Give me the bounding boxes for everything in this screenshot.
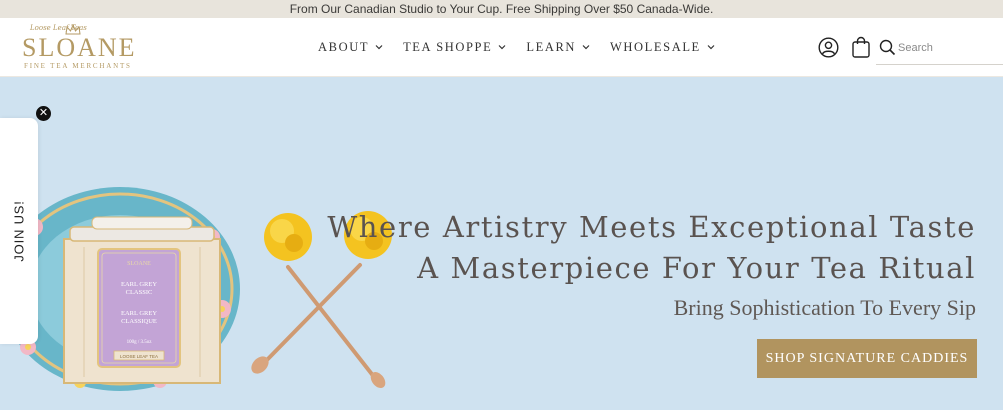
join-us-tab[interactable]: JOIN US!	[0, 118, 38, 344]
main-nav: ABOUT TEA SHOPPE LEARN WHOLESALE	[318, 18, 715, 76]
nav-item-about[interactable]: ABOUT	[318, 40, 383, 55]
tin-badge: LOOSE LEAF TEA	[120, 354, 158, 359]
tin-weight: 100g / 3.5oz	[127, 340, 153, 345]
search-box[interactable]	[876, 37, 1003, 65]
search-input[interactable]	[898, 38, 998, 58]
tea-tin: SLOANE EARL GREY CLASSIC EARL GREY CLASS…	[63, 216, 221, 384]
announcement-bar: From Our Canadian Studio to Your Cup. Fr…	[0, 0, 1003, 18]
svg-text:SLOANE: SLOANE	[127, 261, 151, 267]
chevron-down-icon	[582, 45, 590, 50]
nav-item-learn[interactable]: LEARN	[526, 40, 590, 55]
join-us-label: JOIN US!	[11, 200, 27, 262]
site-header: Loose Leaf Teas SLOANE FINE TEA MERCHANT…	[0, 18, 1003, 77]
close-icon[interactable]: ✕	[36, 106, 51, 121]
tin-line4: CLASSIQUE	[121, 318, 157, 325]
tin-line3: EARL GREY	[121, 310, 157, 317]
user-circle-icon[interactable]	[818, 37, 839, 58]
shopping-bag-icon[interactable]	[851, 36, 871, 58]
hero-headline: Where Artistry Meets Exceptional Taste A…	[327, 207, 976, 289]
nav-item-label: ABOUT	[318, 39, 370, 54]
nav-item-wholesale[interactable]: WHOLESALE	[610, 40, 715, 55]
hero-subheadline: Bring Sophistication To Every Sip	[673, 295, 976, 320]
chevron-down-icon	[707, 45, 715, 50]
hero-banner: SLOANE EARL GREY CLASSIC EARL GREY CLASS…	[0, 77, 1003, 410]
nav-item-tea-shoppe[interactable]: TEA SHOPPE	[403, 40, 506, 55]
headline-line-1: Where Artistry Meets Exceptional Taste	[327, 210, 976, 244]
shop-signature-caddies-button[interactable]: SHOP SIGNATURE CADDIES	[757, 339, 977, 378]
search-icon[interactable]	[879, 39, 896, 56]
nav-item-label: WHOLESALE	[610, 39, 701, 54]
headline-line-2: A Masterpiece For Your Tea Ritual	[417, 251, 976, 285]
nav-item-label: TEA SHOPPE	[403, 39, 493, 54]
logo-tagline: FINE TEA MERCHANTS	[24, 62, 132, 70]
tin-line2: CLASSIC	[126, 289, 153, 296]
chevron-down-icon	[375, 45, 383, 50]
chevron-down-icon	[498, 45, 506, 50]
tin-line1: EARL GREY	[121, 281, 157, 288]
sloane-logo[interactable]: Loose Leaf Teas SLOANE FINE TEA MERCHANT…	[18, 24, 135, 72]
announcement-text: From Our Canadian Studio to Your Cup. Fr…	[289, 2, 714, 16]
logo-wordmark: SLOANE	[22, 33, 137, 62]
nav-item-label: LEARN	[526, 39, 577, 54]
